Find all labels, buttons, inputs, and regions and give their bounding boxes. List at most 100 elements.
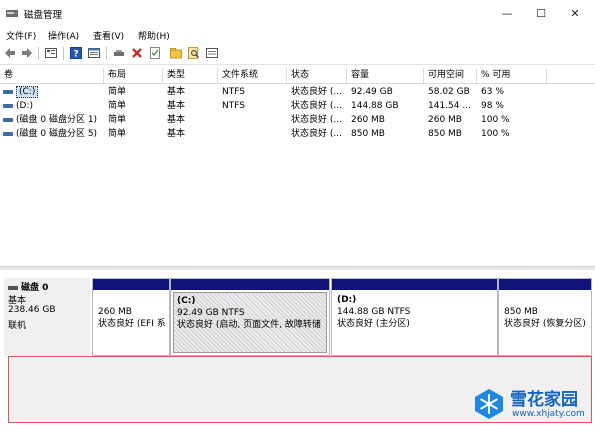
check-icon[interactable] <box>149 47 161 59</box>
menu-file[interactable]: 文件(F) <box>6 29 36 42</box>
disk-0-info[interactable]: 磁盘 0 基本 238.46 GB 联机 <box>4 278 90 356</box>
partition-status: 状态良好 (EFI 系 <box>98 319 166 329</box>
menu-view[interactable]: 查看(V) <box>93 29 124 42</box>
volume-name-cell: (D:) <box>3 100 103 113</box>
volume-layout: 简单 <box>108 129 127 139</box>
close-button[interactable]: ✕ <box>558 0 592 28</box>
menu-help[interactable]: 帮助(H) <box>138 29 170 42</box>
partition-d[interactable]: (D:) 144.88 GB NTFS 状态良好 (主分区) <box>331 278 498 356</box>
volume-name: (D:) <box>16 101 33 111</box>
volume-capacity: 260 MB <box>351 115 385 125</box>
drive-icon <box>3 117 13 122</box>
volume-percent-free: 98 % <box>481 101 504 111</box>
volume-capacity: 144.88 GB <box>351 101 399 111</box>
volume-free-space: 58.02 GB <box>428 87 470 97</box>
folder-icon[interactable] <box>170 47 182 59</box>
search-icon[interactable] <box>188 47 200 59</box>
partition-body: (C:) 92.49 GB NTFS 状态良好 (启动, 页面文件, 故障转储 <box>173 292 327 353</box>
partition-status: 状态良好 (启动, 页面文件, 故障转储 <box>177 320 321 330</box>
toolbar: ? <box>0 43 595 65</box>
volume-status: 状态良好 (... <box>291 129 342 139</box>
window-title: 磁盘管理 <box>24 10 63 21</box>
partition-recovery[interactable]: 850 MB 状态良好 (恢复分区) <box>498 278 592 356</box>
volume-name: (磁盘 0 磁盘分区 1) <box>16 115 98 125</box>
title-bar: 磁盘管理 — ☐ ✕ <box>0 0 595 28</box>
volume-layout: 简单 <box>108 115 127 125</box>
partition-bar <box>499 279 591 290</box>
disk-management-app-icon <box>6 10 18 17</box>
watermark-url: www.xhjaty.com <box>512 409 585 419</box>
volume-row-c[interactable]: (C:) 简单 基本 NTFS 状态良好 (... 92.49 GB 58.02… <box>0 86 595 99</box>
snowflake-logo-icon <box>475 389 503 419</box>
partition-size: 850 MB <box>504 307 538 317</box>
column-percent-free[interactable]: % 可用 <box>477 68 547 84</box>
forward-icon[interactable] <box>21 47 33 59</box>
watermark-name: 雪花家园 <box>510 390 578 410</box>
menu-bar: 文件(F) 操作(A) 查看(V) 帮助(H) <box>0 28 595 43</box>
volume-name: (C:) <box>16 86 39 98</box>
partition-size: 260 MB <box>98 307 132 317</box>
list-view-icon[interactable] <box>45 47 57 59</box>
volume-name: (磁盘 0 磁盘分区 5) <box>16 129 98 139</box>
partition-status: 状态良好 (恢复分区) <box>504 319 586 329</box>
drive-icon <box>3 89 13 94</box>
volume-capacity: 850 MB <box>351 129 385 139</box>
volume-list: 卷 布局 类型 文件系统 状态 容量 可用空间 % 可用 (C:) 简单 基本 … <box>0 68 595 264</box>
partition-body: (D:) 144.88 GB NTFS 状态良好 (主分区) <box>334 292 495 353</box>
partition-efi[interactable]: 260 MB 状态良好 (EFI 系 <box>92 278 170 356</box>
connect-drive-icon[interactable] <box>113 47 125 59</box>
menu-action[interactable]: 操作(A) <box>48 29 79 42</box>
volume-capacity: 92.49 GB <box>351 87 393 97</box>
minimize-button[interactable]: — <box>490 0 524 28</box>
column-layout[interactable]: 布局 <box>104 68 163 84</box>
partition-label: (D:) <box>337 295 357 305</box>
toolbar-separator <box>106 47 107 60</box>
volume-filesystem: NTFS <box>222 101 245 111</box>
partition-bar <box>171 279 329 290</box>
column-status[interactable]: 状态 <box>287 68 347 84</box>
volume-status: 状态良好 (... <box>291 101 342 111</box>
partition-size: 144.88 GB NTFS <box>337 307 411 317</box>
volume-status: 状态良好 (... <box>291 87 342 97</box>
column-capacity[interactable]: 容量 <box>347 68 424 84</box>
volume-percent-free: 100 % <box>481 129 510 139</box>
column-filesystem[interactable]: 文件系统 <box>218 68 287 84</box>
column-volume[interactable]: 卷 <box>0 68 104 84</box>
volume-name-cell: (磁盘 0 磁盘分区 1) <box>3 114 103 127</box>
volume-type: 基本 <box>167 115 186 125</box>
volume-name-cell: (磁盘 0 磁盘分区 5) <box>3 128 103 141</box>
disk-size: 238.46 GB <box>8 305 56 315</box>
volume-list-header: 卷 布局 类型 文件系统 状态 容量 可用空间 % 可用 <box>0 68 595 84</box>
volume-free-space: 850 MB <box>428 129 462 139</box>
volume-free-space: 141.54 ... <box>428 101 471 111</box>
partition-body: 260 MB 状态良好 (EFI 系 <box>95 292 167 353</box>
maximize-button[interactable]: ☐ <box>524 0 558 28</box>
help-icon[interactable]: ? <box>70 47 82 59</box>
volume-layout: 简单 <box>108 87 127 97</box>
settings-icon[interactable] <box>206 47 218 59</box>
disk-icon <box>8 285 18 290</box>
volume-row-partition-5[interactable]: (磁盘 0 磁盘分区 5) 简单 基本 状态良好 (... 850 MB 850… <box>0 128 595 141</box>
column-type[interactable]: 类型 <box>163 68 218 84</box>
partition-bar <box>332 279 497 290</box>
volume-row-d[interactable]: (D:) 简单 基本 NTFS 状态良好 (... 144.88 GB 141.… <box>0 100 595 113</box>
toolbar-separator <box>63 47 64 60</box>
volume-name-cell: (C:) <box>3 86 103 99</box>
volume-percent-free: 63 % <box>481 87 504 97</box>
disk-name: 磁盘 0 <box>21 283 49 293</box>
partition-bar <box>93 279 169 290</box>
partition-body: 850 MB 状态良好 (恢复分区) <box>501 292 589 353</box>
volume-free-space: 260 MB <box>428 115 462 125</box>
volume-row-partition-1[interactable]: (磁盘 0 磁盘分区 1) 简单 基本 状态良好 (... 260 MB 260… <box>0 114 595 127</box>
column-free-space[interactable]: 可用空间 <box>424 68 477 84</box>
volume-status: 状态良好 (... <box>291 115 342 125</box>
partition-c[interactable]: (C:) 92.49 GB NTFS 状态良好 (启动, 页面文件, 故障转储 <box>170 278 330 356</box>
properties-icon[interactable] <box>88 47 100 59</box>
back-icon[interactable] <box>4 47 16 59</box>
disk-name-line: 磁盘 0 <box>8 280 48 293</box>
drive-icon <box>3 131 13 136</box>
site-watermark: 雪花家园 www.xhjaty.com <box>462 384 595 427</box>
volume-type: 基本 <box>167 87 186 97</box>
delete-icon[interactable] <box>131 47 143 59</box>
volume-filesystem: NTFS <box>222 87 245 97</box>
